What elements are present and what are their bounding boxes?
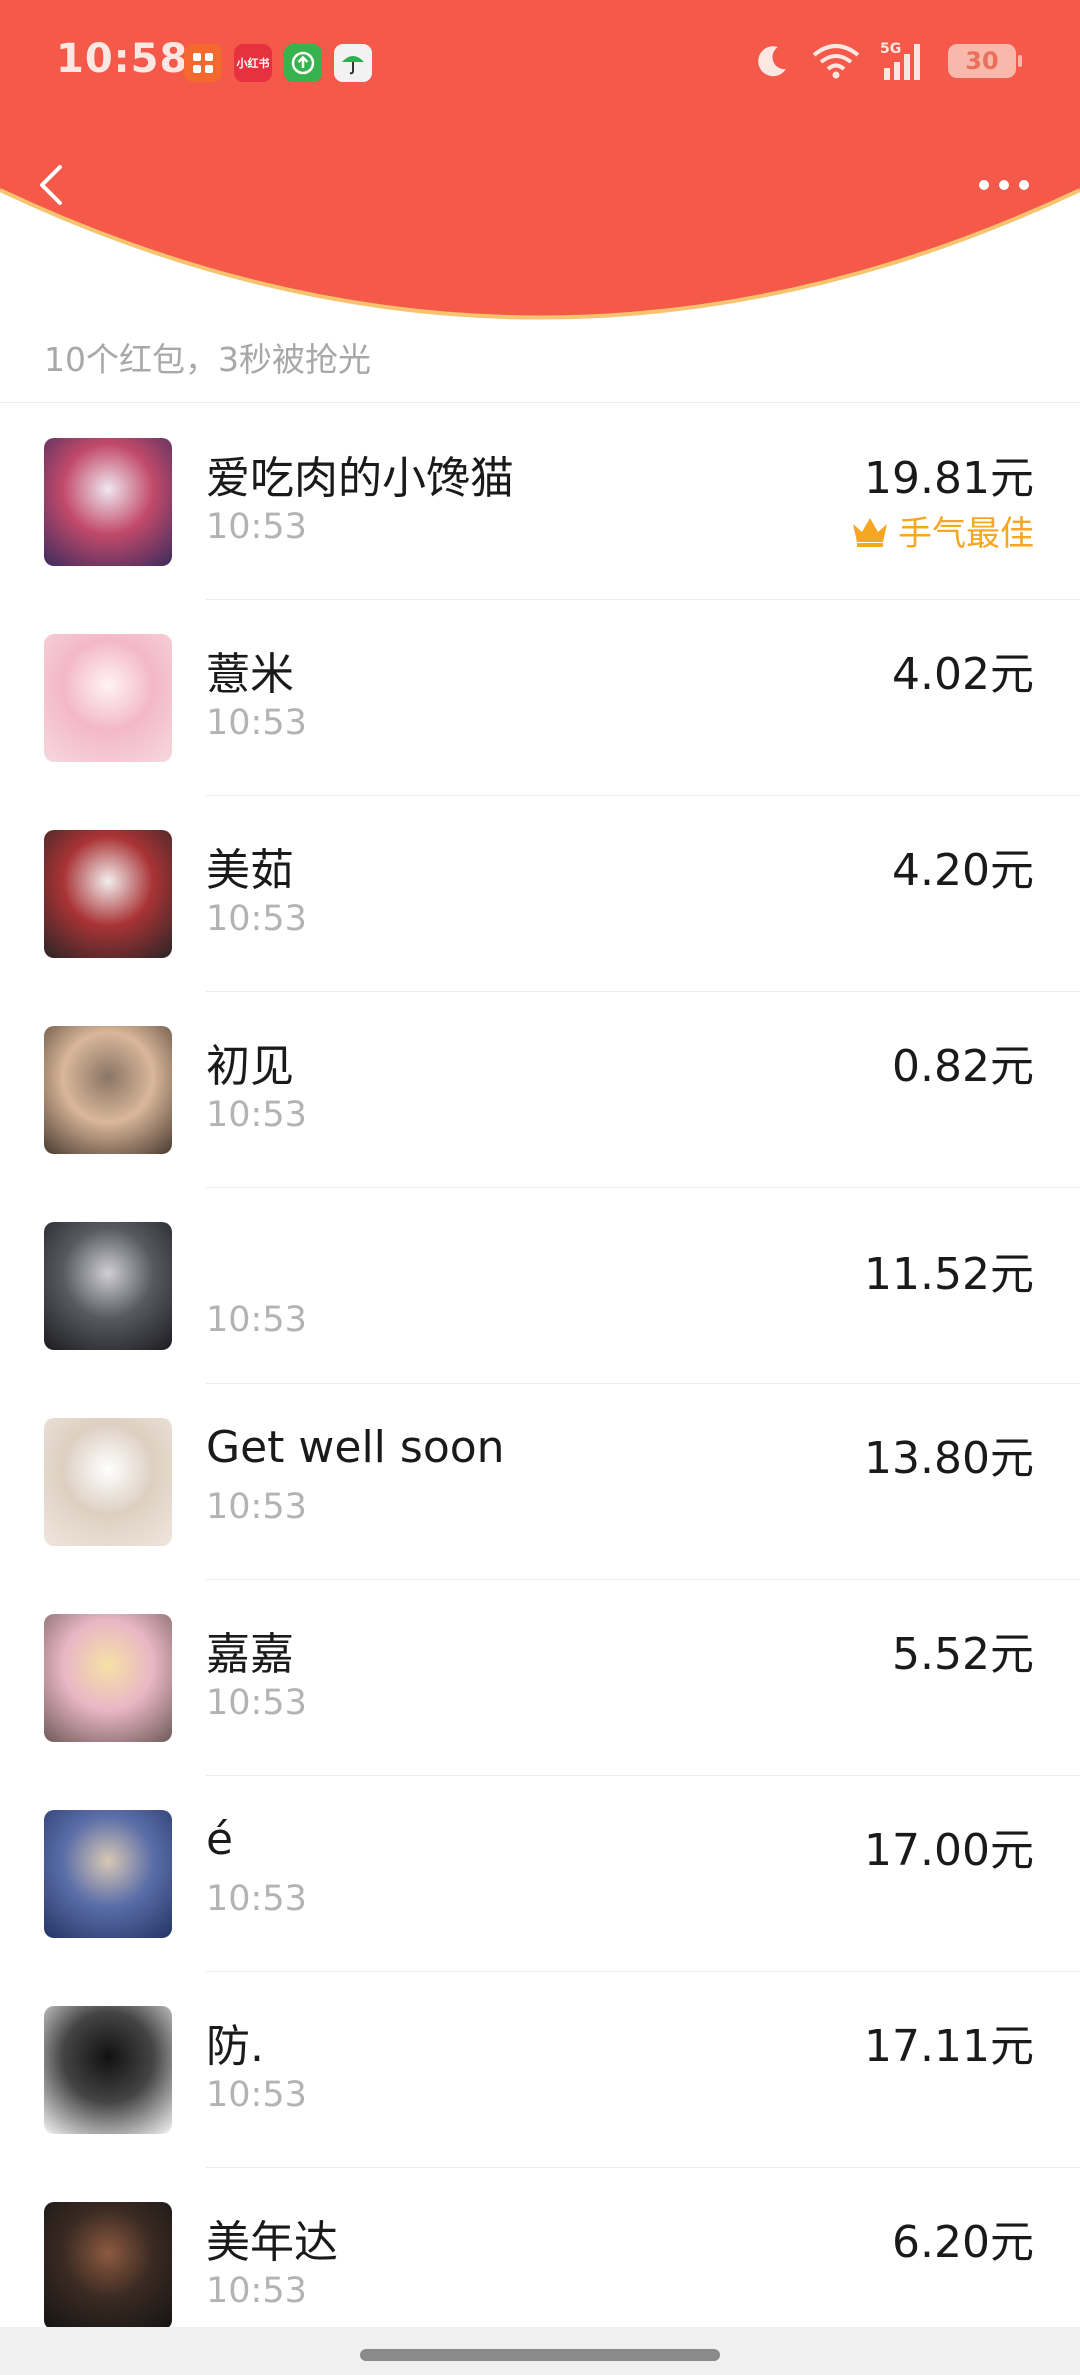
best-luck-label: 手气最佳 (898, 514, 1034, 554)
claim-amount: 5.52元 (892, 1629, 1034, 1680)
claim-time: 10:53 (206, 2271, 307, 2311)
claim-amount: 19.81元 (864, 453, 1034, 504)
home-indicator[interactable] (360, 2349, 720, 2361)
claim-record-row[interactable]: 防. 10:53 17.11元 (0, 1972, 1080, 2168)
avatar[interactable] (44, 634, 172, 762)
claim-record-row[interactable]: Get well soon 10:53 13.80元 (0, 1384, 1080, 1580)
claim-amount: 0.82元 (892, 1041, 1034, 1092)
claim-time: 10:53 (206, 1095, 307, 1135)
header: 10:58 小红书 5G 30 (0, 0, 1080, 330)
claim-record-row[interactable]: 初见 10:53 0.82元 (0, 992, 1080, 1188)
avatar[interactable] (44, 1810, 172, 1938)
app-grid-icon (184, 44, 222, 82)
claim-amount: 4.20元 (892, 845, 1034, 896)
user-name: 嘉嘉 (206, 1629, 294, 1680)
claim-time: 10:53 (206, 1300, 307, 1340)
best-luck-badge: 手气最佳 (850, 506, 1034, 555)
claim-amount: 4.02元 (892, 649, 1034, 700)
user-name: é (206, 1814, 234, 1865)
claim-amount: 11.52元 (864, 1249, 1034, 1300)
claim-time: 10:53 (206, 1683, 307, 1723)
claim-time: 10:53 (206, 1487, 307, 1527)
avatar[interactable] (44, 438, 172, 566)
claim-records-list: 爱吃肉的小馋猫 10:53 19.81元 手气最佳 薏米 10:53 4.02元… (0, 404, 1080, 2364)
divider (0, 402, 1080, 403)
user-name: 美年达 (206, 2217, 338, 2268)
claim-amount: 13.80元 (864, 1433, 1034, 1484)
more-dots-icon (979, 180, 1029, 190)
red-packet-summary: 10个红包，3秒被抢光 (44, 340, 371, 379)
avatar[interactable] (44, 1418, 172, 1546)
claim-time: 10:53 (206, 899, 307, 939)
claim-time: 10:53 (206, 1879, 307, 1919)
claim-time: 10:53 (206, 507, 307, 547)
cellular-signal-icon: 5G (880, 41, 920, 80)
claim-time: 10:53 (206, 703, 307, 743)
status-time: 10:58 (56, 36, 189, 82)
user-name: 初见 (206, 1041, 294, 1092)
avatar[interactable] (44, 1614, 172, 1742)
avatar[interactable] (44, 2202, 172, 2330)
status-bar: 10:58 小红书 5G 30 (0, 0, 1080, 130)
status-app-icons: 小红书 (184, 44, 372, 82)
claim-record-row[interactable]: é 10:53 17.00元 (0, 1776, 1080, 1972)
navigation-bar (0, 2327, 1080, 2375)
moon-icon (758, 46, 786, 77)
upload-icon (284, 44, 322, 82)
user-name: 爱吃肉的小馋猫 (206, 453, 514, 504)
claim-record-row[interactable]: 10:53 11.52元 (0, 1188, 1080, 1384)
umbrella-icon (334, 44, 372, 82)
claim-amount: 17.00元 (864, 1825, 1034, 1876)
more-button[interactable] (976, 165, 1032, 205)
user-name: 薏米 (206, 649, 294, 700)
back-button[interactable] (30, 155, 80, 215)
xiaohongshu-icon: 小红书 (234, 44, 272, 82)
avatar[interactable] (44, 1222, 172, 1350)
user-name: 防. (206, 2021, 264, 2072)
claim-amount: 17.11元 (864, 2021, 1034, 2072)
crown-icon (853, 517, 887, 547)
status-indicators: 5G 30 (752, 40, 1022, 82)
wifi-icon (812, 44, 860, 79)
claim-record-row[interactable]: 爱吃肉的小馋猫 10:53 19.81元 手气最佳 (0, 404, 1080, 600)
user-name: Get well soon (206, 1422, 505, 1473)
avatar[interactable] (44, 1026, 172, 1154)
avatar[interactable] (44, 830, 172, 958)
claim-time: 10:53 (206, 2075, 307, 2115)
battery-icon: 30 (948, 44, 1022, 78)
back-chevron-icon (40, 165, 62, 205)
user-name: 美茹 (206, 845, 294, 896)
claim-amount: 6.20元 (892, 2217, 1034, 2268)
claim-record-row[interactable]: 薏米 10:53 4.02元 (0, 600, 1080, 796)
network-type: 5G (880, 41, 901, 57)
claim-record-row[interactable]: 美茹 10:53 4.20元 (0, 796, 1080, 992)
avatar[interactable] (44, 2006, 172, 2134)
claim-record-row[interactable]: 嘉嘉 10:53 5.52元 (0, 1580, 1080, 1776)
